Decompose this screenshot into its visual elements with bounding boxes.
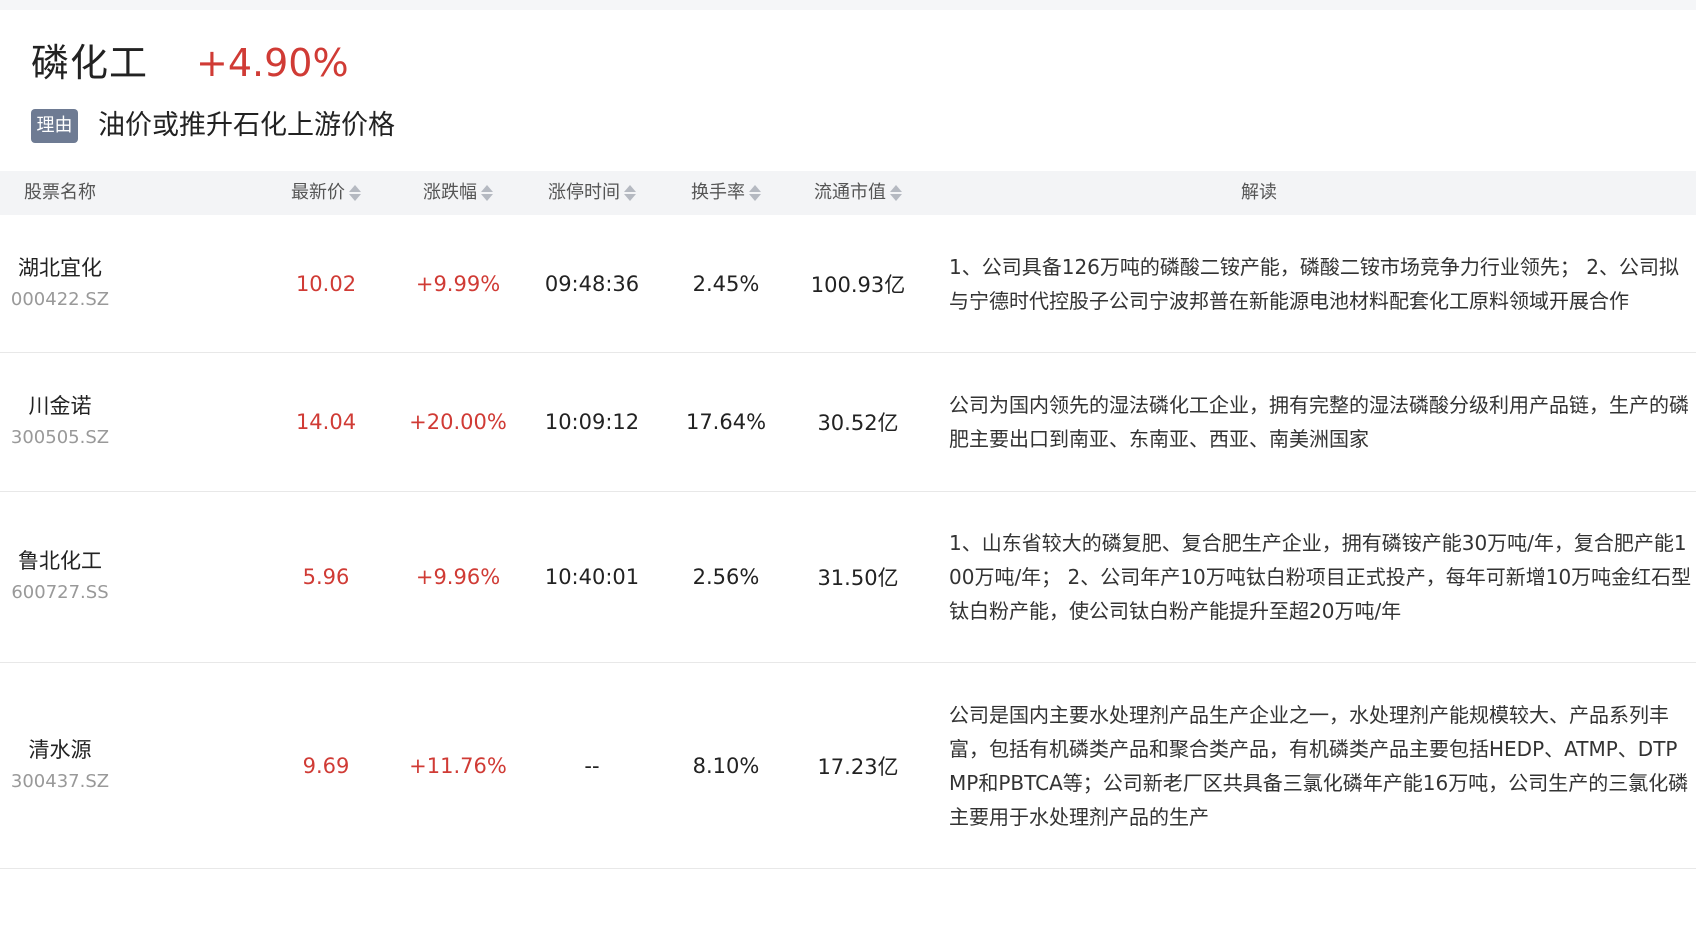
analysis-text: 1、公司具备126万吨的磷酸二铵产能，磷酸二铵市场竞争力行业领先； 2、公司拟与…: [949, 255, 1679, 313]
header-change-label: 涨跌幅: [423, 182, 477, 203]
analysis-cell: 1、公司具备126万吨的磷酸二铵产能，磷酸二铵市场竞争力行业领先； 2、公司拟与…: [949, 216, 1694, 352]
stock-name[interactable]: 清水源: [29, 734, 92, 766]
table-header: 股票名称 最新价 涨跌幅 涨停时间 换手率 流通市值 解读: [0, 171, 1696, 215]
analysis-cell: 1、山东省较大的磷复肥、复合肥生产企业，拥有磷铵产能30万吨/年，复合肥产能10…: [949, 492, 1694, 662]
table-row[interactable]: 鲁北化工 600727.SS 5.96 +9.96% 10:40:01 2.56…: [0, 492, 1696, 663]
analysis-cell: 公司是国内主要水处理剂产品生产企业之一，水处理剂产能规模较大、产品系列丰富，包括…: [949, 663, 1694, 868]
stock-name[interactable]: 湖北宜化: [18, 252, 102, 284]
header-turnover[interactable]: 换手率: [660, 171, 792, 215]
table-row[interactable]: 清水源 300437.SZ 9.69 +11.76% -- 8.10% 17.2…: [0, 663, 1696, 869]
turnover-cell: 17.64%: [685, 410, 767, 434]
table-row[interactable]: 川金诺 300505.SZ 14.04 +20.00% 10:09:12 17.…: [0, 353, 1696, 492]
stock-code: 300505.SZ: [10, 427, 110, 448]
sector-name: 磷化工: [31, 41, 149, 85]
reason-badge: 理由: [31, 109, 78, 143]
float-cap-cell: 31.50亿: [817, 566, 899, 590]
table-row[interactable]: 湖北宜化 000422.SZ 10.02 +9.99% 09:48:36 2.4…: [0, 216, 1696, 353]
stock-cell[interactable]: 清水源 300437.SZ: [0, 663, 120, 868]
stock-name[interactable]: 川金诺: [29, 390, 92, 422]
price-cell: 5.96: [302, 565, 350, 589]
header-price[interactable]: 最新价: [260, 171, 392, 215]
float-cap-cell: 17.23亿: [817, 754, 899, 779]
analysis-text: 1、山东省较大的磷复肥、复合肥生产企业，拥有磷铵产能30万吨/年，复合肥产能10…: [949, 531, 1692, 623]
header-turnover-label: 换手率: [691, 182, 745, 203]
header-limit-time-label: 涨停时间: [548, 182, 620, 203]
change-cell: +20.00%: [409, 410, 507, 434]
float-cap-cell: 100.93亿: [810, 273, 906, 297]
price-cell: 14.04: [295, 410, 357, 434]
stock-cell[interactable]: 湖北宜化 000422.SZ: [0, 216, 120, 352]
stock-name[interactable]: 鲁北化工: [18, 545, 102, 577]
float-cap-cell: 30.52亿: [817, 411, 899, 435]
analysis-text: 公司为国内领先的湿法磷化工企业，拥有完整的湿法磷酸分级利用产品链，生产的磷肥主要…: [949, 393, 1689, 451]
reason-text: 油价或推升石化上游价格: [98, 110, 395, 141]
sort-icon[interactable]: [481, 183, 493, 203]
header-stock-name-label: 股票名称: [24, 182, 96, 203]
sort-icon[interactable]: [749, 183, 761, 203]
stock-cell[interactable]: 川金诺 300505.SZ: [0, 353, 120, 491]
limit-time-cell: 10:09:12: [544, 410, 640, 434]
change-cell: +9.96%: [415, 565, 501, 589]
turnover-cell: 2.45%: [692, 272, 760, 296]
stock-code: 000422.SZ: [10, 289, 110, 310]
analysis-text: 公司是国内主要水处理剂产品生产企业之一，水处理剂产能规模较大、产品系列丰富，包括…: [949, 702, 1689, 829]
turnover-cell: 8.10%: [692, 753, 760, 778]
header-limit-time[interactable]: 涨停时间: [524, 171, 660, 215]
analysis-cell: 公司为国内领先的湿法磷化工企业，拥有完整的湿法磷酸分级利用产品链，生产的磷肥主要…: [949, 353, 1694, 491]
header-price-label: 最新价: [291, 182, 345, 203]
stock-code: 600727.SS: [11, 582, 109, 603]
header-analysis-label: 解读: [1241, 182, 1277, 203]
sort-icon[interactable]: [890, 183, 902, 203]
limit-time-cell: 09:48:36: [544, 272, 640, 296]
stock-code: 300437.SZ: [10, 770, 110, 792]
limit-time-cell: --: [584, 753, 600, 778]
price-cell: 10.02: [295, 272, 357, 296]
header-float-cap-label: 流通市值: [814, 182, 886, 203]
change-cell: +9.99%: [415, 272, 501, 296]
stock-cell[interactable]: 鲁北化工 600727.SS: [0, 492, 120, 662]
sort-icon[interactable]: [624, 183, 636, 203]
header-analysis: 解读: [949, 171, 1569, 215]
turnover-cell: 2.56%: [692, 565, 760, 589]
price-cell: 9.69: [302, 753, 350, 778]
header-change[interactable]: 涨跌幅: [392, 171, 524, 215]
top-strip: [0, 0, 1696, 10]
header-float-cap[interactable]: 流通市值: [792, 171, 924, 215]
change-cell: +11.76%: [409, 753, 507, 778]
header-stock-name: 股票名称: [24, 171, 96, 215]
sector-change-percent: +4.90%: [196, 41, 349, 85]
sort-icon[interactable]: [349, 183, 361, 203]
limit-time-cell: 10:40:01: [544, 565, 640, 589]
